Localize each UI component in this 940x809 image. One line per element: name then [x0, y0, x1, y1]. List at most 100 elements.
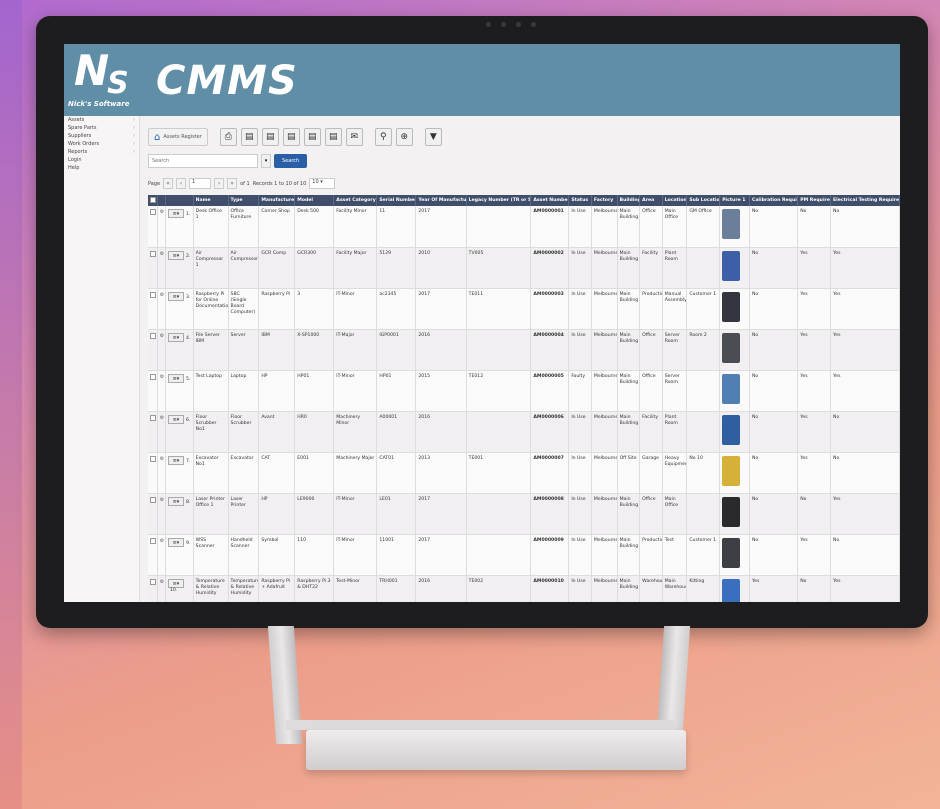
page-number-input[interactable]: 1	[189, 178, 212, 189]
row-action-menu[interactable]: ≡▾	[167, 537, 184, 547]
column-header[interactable]: Asset Number	[530, 195, 570, 206]
sidebar-item[interactable]: Help	[64, 164, 139, 172]
page-size-select[interactable]: 10 ▾	[309, 178, 336, 189]
table-row[interactable]: ⚙ ≡▾ 7. Excavator No1 Excavator CAT E001 Machin…	[148, 452, 900, 494]
table-row[interactable]: ⚙ ≡▾ 4. File Server IBM Server IBM X-SP1000 IT-…	[148, 329, 900, 371]
row-action-menu[interactable]: ≡▾	[167, 496, 184, 506]
column-header[interactable]: Asset Category	[333, 195, 378, 206]
column-header[interactable]: Building	[617, 195, 641, 206]
column-header[interactable]: Status	[568, 195, 592, 206]
row-checkbox[interactable]	[150, 578, 156, 585]
asset-thumbnail[interactable]	[722, 209, 741, 239]
row-checkbox[interactable]	[150, 291, 156, 298]
row-action-menu[interactable]: ≡▾	[167, 578, 184, 588]
gear-icon[interactable]: ⚙	[160, 415, 164, 421]
export-csv-button[interactable]: ▤	[240, 128, 258, 146]
export-excel-button[interactable]: ▤	[261, 128, 279, 146]
export-xml-button[interactable]: ▤	[324, 128, 342, 146]
row-action-menu[interactable]: ≡▾	[167, 332, 184, 342]
asset-thumbnail[interactable]	[722, 332, 741, 363]
column-header[interactable]: Type	[228, 195, 260, 206]
gear-icon[interactable]: ⚙	[160, 333, 164, 339]
first-page-button[interactable]: «	[163, 178, 174, 189]
column-header[interactable]: Serial Number	[376, 195, 417, 206]
column-header[interactable]: Name	[193, 195, 229, 206]
sidebar-item[interactable]: Suppliers ›	[64, 132, 139, 140]
gear-icon[interactable]: ⚙	[160, 497, 164, 503]
column-header[interactable]: Electrical Testing Required	[830, 195, 900, 206]
search-options-dropdown[interactable]: ▾	[261, 154, 271, 168]
gear-icon[interactable]: ⚙	[160, 209, 164, 215]
search-button[interactable]: Search	[274, 154, 308, 168]
gear-icon[interactable]: ⚙	[160, 292, 164, 298]
table-row[interactable]: ⚙ ≡▾10. Temperature & Relative Humidity Tem…	[148, 575, 900, 602]
column-header[interactable]: Sub Location	[686, 195, 721, 206]
row-checkbox[interactable]	[150, 414, 156, 421]
column-header[interactable]	[165, 195, 194, 206]
table-row[interactable]: ⚙ ≡▾ 8. Laser Printer Office 1 Laser Printer…	[148, 493, 900, 535]
column-header[interactable]: PM Required	[797, 195, 832, 206]
row-action-menu[interactable]: ≡▾	[167, 373, 184, 383]
email-button[interactable]: ✉	[345, 128, 363, 146]
search-input[interactable]	[148, 154, 258, 168]
row-checkbox[interactable]	[150, 373, 156, 380]
print-button[interactable]: ⎙	[219, 128, 237, 146]
table-row[interactable]: ⚙ ≡▾ 1. Desk Office 1 Office Furniture Corner…	[148, 206, 900, 248]
sidebar-item[interactable]: Assets ›	[64, 116, 139, 124]
table-row[interactable]: ⚙ ≡▾ 5. Test Laptop Laptop HP HP01 IT-Minor HP01…	[148, 370, 900, 412]
asset-thumbnail[interactable]	[722, 373, 741, 404]
next-page-button[interactable]: ›	[214, 178, 225, 189]
table-row[interactable]: ⚙ ≡▾ 9. WSS Scanner Handheld Scanner Symbol 11…	[148, 534, 900, 576]
asset-thumbnail[interactable]	[722, 250, 741, 281]
home-button[interactable]: ⌂ Assets Register	[148, 128, 208, 146]
column-header[interactable]	[148, 195, 158, 206]
advanced-search-button[interactable]: ⊕	[395, 128, 413, 146]
row-checkbox[interactable]	[150, 496, 156, 503]
export-word-button[interactable]: ▤	[282, 128, 300, 146]
row-checkbox[interactable]	[150, 332, 156, 339]
export-html-button[interactable]: ▤	[303, 128, 321, 146]
search-panel-button[interactable]: ⚲	[374, 128, 392, 146]
asset-thumbnail[interactable]	[722, 414, 741, 445]
column-header[interactable]	[157, 195, 166, 206]
row-checkbox[interactable]	[150, 250, 156, 257]
column-header[interactable]: Legacy Number (TR or SQ)	[466, 195, 532, 206]
row-action-menu[interactable]: ≡▾	[167, 250, 184, 260]
row-action-menu[interactable]: ≡▾	[167, 414, 184, 424]
table-row[interactable]: ⚙ ≡▾ 6. Floor Scrubber No1 Floor Scrubber Ava…	[148, 411, 900, 453]
select-all-checkbox[interactable]	[150, 196, 156, 203]
column-header[interactable]: Manufacturer	[258, 195, 296, 206]
asset-thumbnail[interactable]	[722, 455, 741, 486]
asset-thumbnail[interactable]	[722, 496, 741, 527]
sidebar-item[interactable]: Spare Parts ›	[64, 124, 139, 132]
column-header[interactable]: Area	[639, 195, 663, 206]
gear-icon[interactable]: ⚙	[160, 374, 164, 380]
asset-thumbnail[interactable]	[722, 537, 741, 568]
row-action-menu[interactable]: ≡▾	[167, 291, 184, 301]
column-header[interactable]: Calibration Required	[749, 195, 799, 206]
prev-page-button[interactable]: ‹	[176, 178, 187, 189]
sidebar-item[interactable]: Login	[64, 156, 139, 164]
filter-button[interactable]: ▼	[424, 128, 442, 146]
asset-thumbnail[interactable]	[722, 578, 741, 602]
column-header[interactable]: Model	[294, 195, 335, 206]
gear-icon[interactable]: ⚙	[160, 456, 164, 462]
sidebar-item[interactable]: Reports ›	[64, 148, 139, 156]
column-header[interactable]: Picture 1	[719, 195, 750, 206]
asset-thumbnail[interactable]	[722, 291, 741, 322]
column-header[interactable]: Location	[662, 195, 688, 206]
gear-icon[interactable]: ⚙	[160, 251, 164, 257]
last-page-button[interactable]: »	[227, 178, 238, 189]
gear-icon[interactable]: ⚙	[160, 579, 164, 585]
row-action-menu[interactable]: ≡▾	[167, 209, 184, 218]
row-checkbox[interactable]	[150, 455, 156, 462]
column-header[interactable]: Factory	[591, 195, 618, 206]
sidebar-item[interactable]: Work Orders ›	[64, 140, 139, 148]
table-row[interactable]: ⚙ ≡▾ 2. Air Compressor 1 Air Compressor GCR C…	[148, 247, 900, 289]
table-row[interactable]: ⚙ ≡▾ 3. Raspberry Pi for Online Documentati…	[148, 288, 900, 330]
row-action-menu[interactable]: ≡▾	[167, 455, 184, 465]
row-checkbox[interactable]	[150, 209, 156, 215]
row-checkbox[interactable]	[150, 537, 156, 544]
column-header[interactable]: Year Of Manufacture	[415, 195, 467, 206]
gear-icon[interactable]: ⚙	[160, 538, 164, 544]
